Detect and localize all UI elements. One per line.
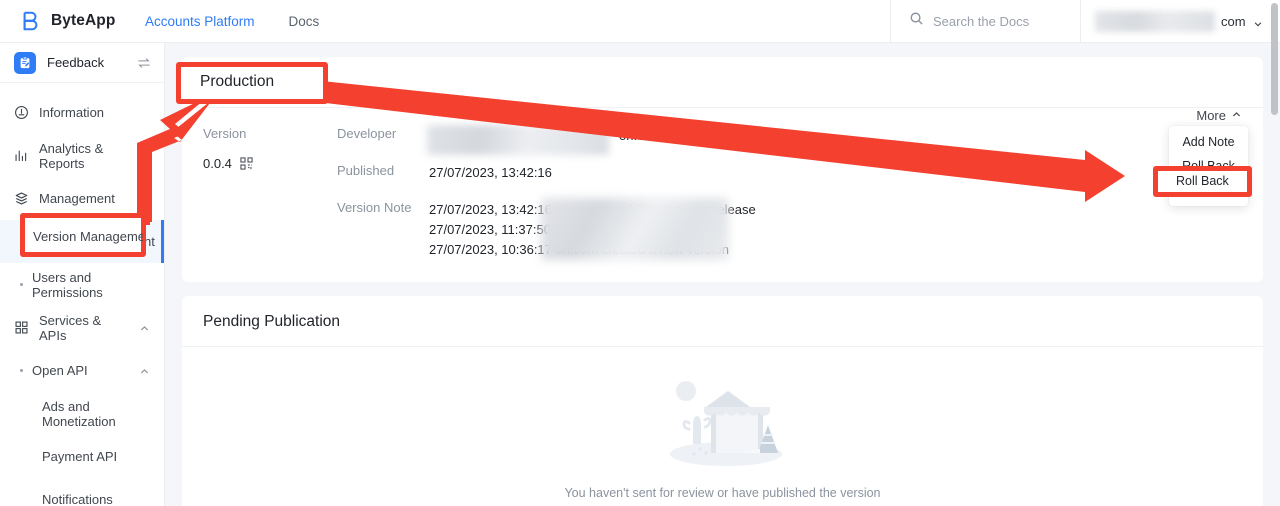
sidebar-nav: Information Analytics & Reports Manageme…	[0, 83, 164, 506]
menu-item-roll-back[interactable]: Roll Back	[1169, 154, 1248, 178]
more-menu-wrapper: More Add Note Roll Back Offline	[1147, 108, 1248, 206]
published-label: Published	[337, 163, 395, 178]
grid-icon	[14, 320, 29, 335]
production-body: Version 0.0.4 Developer on.com Published…	[182, 108, 1263, 282]
more-label: More	[1196, 108, 1226, 123]
developer-suffix: on.com	[619, 128, 662, 143]
more-button[interactable]: More	[1147, 108, 1242, 123]
brand-name: ByteApp	[51, 12, 116, 29]
sidebar-item-information[interactable]: Information	[0, 91, 164, 134]
sidebar-item-label: Management	[39, 191, 115, 206]
version-note-redacted	[541, 198, 729, 260]
version-column: Version 0.0.4	[182, 126, 337, 260]
pending-publication-title: Pending Publication	[182, 296, 1263, 347]
pending-publication-card: Pending Publication You haven't sent for…	[182, 296, 1263, 506]
version-note-label: Version Note	[337, 200, 412, 215]
main-content: Production Version 0.0.4 Developer on.co…	[165, 43, 1280, 506]
account-menu[interactable]: com	[1080, 0, 1280, 43]
top-bar: ByteApp Accounts Platform Docs Search th…	[0, 0, 1280, 43]
search-input[interactable]: Search the Docs	[890, 0, 1080, 43]
bar-chart-icon	[14, 148, 29, 163]
search-placeholder: Search the Docs	[933, 13, 1030, 29]
sidebar-item-label: Payment API	[42, 449, 118, 464]
page-scrollbar[interactable]	[1271, 3, 1278, 115]
pending-empty-state: You haven't sent for review or have publ…	[182, 347, 1263, 506]
pending-empty-text: You haven't sent for review or have publ…	[564, 486, 881, 500]
version-note-values: 27/07/2023, 13:42:16 rsion.com published…	[429, 198, 756, 260]
top-nav: Accounts Platform Docs	[145, 14, 319, 29]
published-value: 27/07/2023, 13:42:16	[429, 165, 552, 180]
sidebar-item-label: Analytics & Reports	[39, 140, 104, 171]
top-nav-docs[interactable]: Docs	[289, 14, 320, 29]
sidebar-item-services-apis[interactable]: Services & APIs	[0, 306, 164, 349]
feedback-app-icon	[14, 51, 36, 74]
chevron-down-icon	[1253, 16, 1263, 27]
developer-label: Developer	[337, 126, 397, 141]
sidebar-item-label: Version Management	[32, 234, 155, 249]
account-email-suffix: com	[1221, 13, 1246, 29]
sidebar-item-ads-and-monetization[interactable]: Ads and Monetization	[0, 392, 164, 435]
app-switcher[interactable]: Feedback	[0, 43, 164, 83]
swap-icon[interactable]	[137, 56, 151, 70]
sidebar-item-open-api[interactable]: Open API	[0, 349, 164, 392]
top-nav-accounts-platform[interactable]: Accounts Platform	[145, 14, 255, 29]
sidebar-item-users-and-permissions[interactable]: Users and Permissions	[0, 263, 164, 306]
sidebar-item-management[interactable]: Management	[0, 177, 164, 220]
sidebar-item-analytics-reports[interactable]: Analytics & Reports	[0, 134, 164, 177]
developer-row: Developer on.com	[337, 125, 1263, 155]
search-icon	[909, 11, 924, 31]
info-circle-icon	[14, 105, 29, 120]
empty-storefront-illustration	[648, 377, 798, 474]
chevron-up-icon	[139, 322, 150, 333]
menu-item-offline[interactable]: Offline	[1169, 178, 1248, 202]
sidebar-item-version-management[interactable]: Version Management	[0, 220, 164, 263]
version-value-row: 0.0.4	[203, 156, 337, 171]
version-note-row: Version Note 27/07/2023, 13:42:16 rsion.…	[337, 198, 1263, 260]
chevron-up-icon	[1231, 108, 1242, 123]
published-row: Published 27/07/2023, 13:42:16	[337, 163, 1263, 183]
layers-icon	[14, 191, 29, 206]
account-email-redacted	[1095, 10, 1215, 32]
more-dropdown-menu: Add Note Roll Back Offline	[1169, 126, 1248, 206]
qr-code-icon[interactable]	[240, 157, 253, 170]
production-card: Production Version 0.0.4 Developer on.co…	[182, 57, 1263, 282]
bullet-icon	[20, 369, 23, 372]
sidebar-item-label: Ads and Monetization	[42, 398, 116, 429]
sidebar-item-label: Services & APIs	[39, 312, 102, 343]
sidebar-item-label: Information	[39, 105, 105, 120]
top-bar-right: Search the Docs com	[890, 0, 1280, 43]
version-label: Version	[203, 126, 247, 141]
sidebar-item-label: Users and Permissions	[32, 269, 103, 300]
bullet-icon	[20, 283, 23, 286]
sidebar: Feedback Information Analytics & Reports	[0, 43, 165, 506]
production-title: Production	[182, 57, 1263, 108]
chevron-up-icon	[139, 193, 150, 204]
byteapp-logo-icon	[20, 10, 42, 32]
bullet-icon	[20, 240, 23, 243]
developer-value: on.com	[427, 125, 662, 155]
fields-column: Developer on.com Published 27/07/2023, 1…	[337, 125, 1263, 260]
brand[interactable]: ByteApp	[0, 10, 145, 32]
sidebar-item-label: Notifications	[42, 492, 113, 506]
sidebar-item-label: Open API	[32, 363, 88, 378]
sidebar-item-payment-api[interactable]: Payment API	[0, 435, 164, 478]
version-value: 0.0.4	[203, 156, 232, 171]
sidebar-item-notifications[interactable]: Notifications	[0, 478, 164, 506]
chevron-up-icon	[139, 365, 150, 376]
app-name: Feedback	[47, 55, 105, 70]
menu-item-add-note[interactable]: Add Note	[1169, 130, 1248, 154]
